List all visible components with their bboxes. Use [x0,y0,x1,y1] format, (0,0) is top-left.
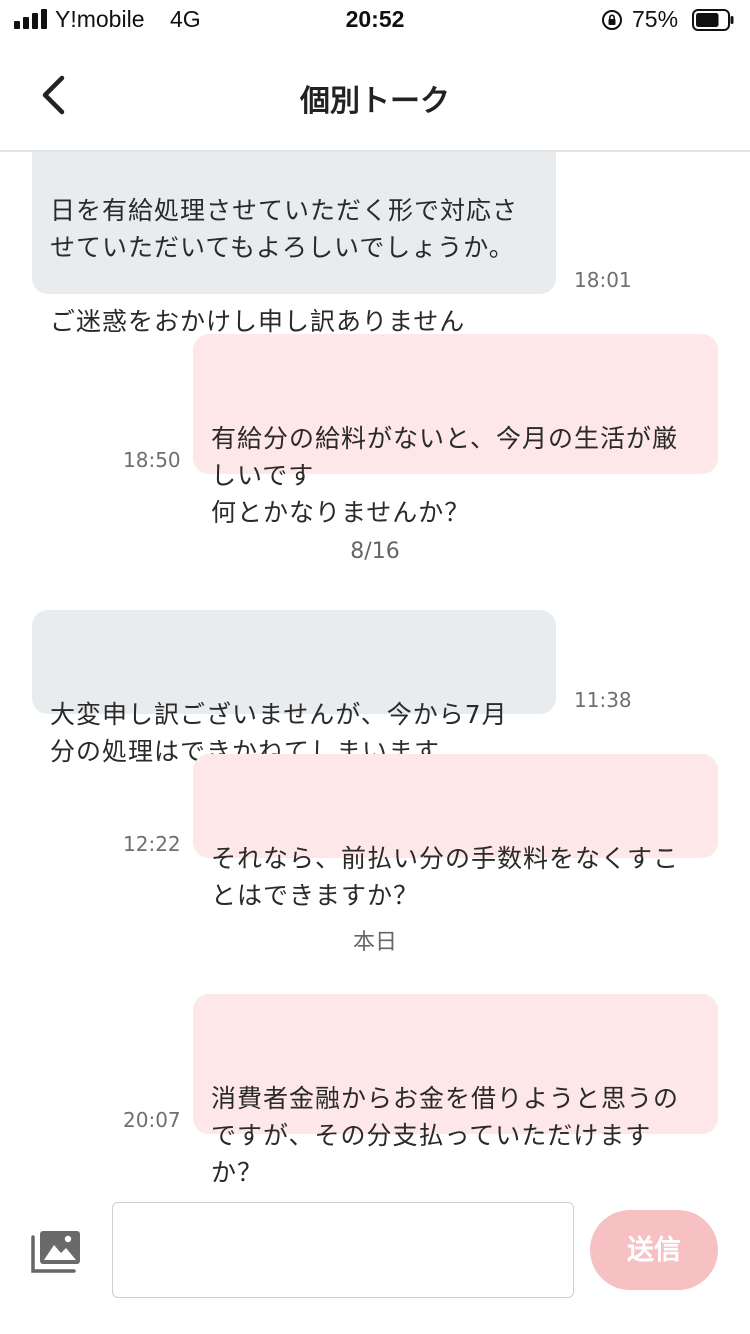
message-bubble-outgoing: 有給分の給料がないと、今月の生活が厳 しいです 何とかなりませんか？ [193,334,718,527]
message-bubble-outgoing: それなら、前払い分の手数料をなくすこ とはできますか？ [193,754,718,910]
nav-bar: 個別トーク [0,40,750,152]
message-time: 12:22 [123,832,181,856]
message-time: 20:07 [123,1108,181,1132]
message-list[interactable]: 日を有給処理させていただく形で対応さ せていただいてもよろしいでしょうか。 ご迷… [0,150,750,1184]
message-bubble-incoming: 大変申し訳ございませんが、今から7月 分の処理はできかねてしまいます。 [32,610,556,766]
message-input[interactable] [112,1202,574,1298]
date-separator: 本日 [352,930,397,955]
battery-percent: 75% [632,6,679,32]
message-text: それなら、前払い分の手数料をなくすこ とはできますか？ [211,844,680,910]
battery-icon [692,9,734,31]
message-bubble-outgoing: 消費者金融からお金を借りようと思うの ですが、その分支払っていただけます か？ [193,994,718,1184]
rotation-lock-icon [602,10,622,30]
message-time: 11:38 [574,688,632,712]
page-title: 個別トーク [300,84,450,119]
message-time: 18:01 [574,268,632,292]
photo-button[interactable] [30,1229,84,1275]
date-separator: 8/16 [350,539,400,564]
chat-screen: Y!mobile 4G 20:52 75% 個別トーク 日を有給処理させていただ… [0,0,750,1334]
message-text: 日を有給処理させていただく形で対応さ せていただいてもよろしいでしょうか。 ご迷… [50,196,519,336]
message-bubble-incoming: 日を有給処理させていただく形で対応さ せていただいてもよろしいでしょうか。 ご迷… [32,150,556,336]
message-text: 有給分の給料がないと、今月の生活が厳 しいです 何とかなりませんか？ [211,424,679,527]
message-text: 消費者金融からお金を借りようと思うの ですが、その分支払っていただけます か？ [211,1084,680,1184]
status-bar: Y!mobile 4G 20:52 75% [0,0,750,40]
send-button[interactable]: 送信 [590,1210,718,1290]
message-composer: 送信 [0,1184,750,1334]
photo-library-icon [31,1231,80,1273]
message-time: 18:50 [123,448,181,472]
